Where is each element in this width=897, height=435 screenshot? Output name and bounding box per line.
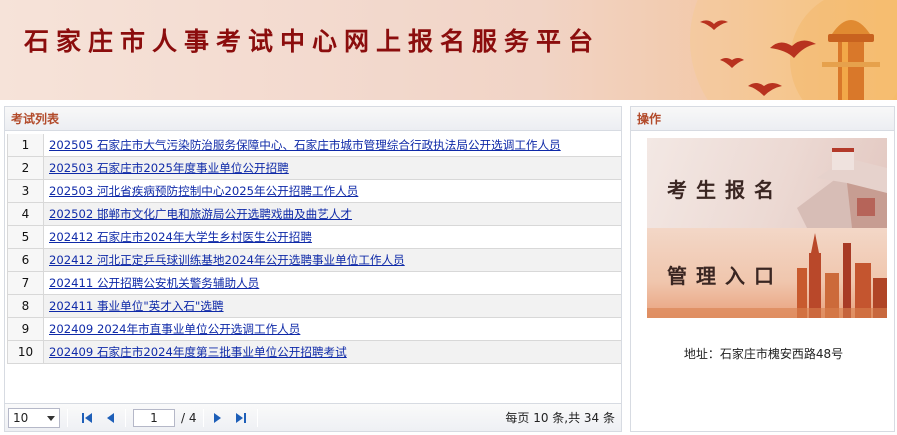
- exam-link[interactable]: 202502 邯郸市文化广电和旅游局公开选聘戏曲及曲艺人才: [49, 207, 352, 221]
- row-number: 6: [7, 249, 44, 271]
- exam-link[interactable]: 202412 河北正定乒乓球训练基地2024年公开选聘事业单位工作人员: [49, 253, 405, 267]
- table-row: 5 202412 石家庄市2024年大学生乡村医生公开招聘: [7, 226, 621, 249]
- exam-table: 1 202505 石家庄市大气污染防治服务保障中心、石家庄市城市管理综合行政执法局…: [7, 134, 621, 364]
- row-number: 8: [7, 295, 44, 317]
- divider: [257, 409, 258, 427]
- table-row: 6 202412 河北正定乒乓球训练基地2024年公开选聘事业单位工作人员: [7, 249, 621, 272]
- table-row: 8 202411 事业单位"英才入石"选聘: [7, 295, 621, 318]
- row-number: 3: [7, 180, 44, 202]
- page-size-value: 10: [13, 411, 29, 425]
- page-size-select[interactable]: 10: [8, 408, 60, 428]
- register-label: 考生报名: [667, 178, 783, 202]
- pagination-summary: 每页 10 条,共 34 条: [505, 411, 615, 425]
- exam-link[interactable]: 202503 石家庄市2025年度事业单位公开招聘: [49, 161, 289, 175]
- row-number: 10: [7, 341, 44, 363]
- register-entry[interactable]: 考生报名: [647, 138, 887, 228]
- exam-link[interactable]: 202409 石家庄市2024年度第三批事业单位公开招聘考试: [49, 345, 347, 359]
- address-text: 地址：石家庄市槐安西路48号: [683, 347, 844, 361]
- divider: [203, 409, 204, 427]
- row-number: 2: [7, 157, 44, 179]
- table-row: 7 202411 公开招聘公安机关警务辅助人员: [7, 272, 621, 295]
- header-banner: 石家庄市人事考试中心网上报名服务平台: [0, 0, 897, 100]
- row-number: 9: [7, 318, 44, 340]
- total-pages: / 4: [181, 411, 197, 425]
- chevron-down-icon: [47, 416, 55, 421]
- row-number: 7: [7, 272, 44, 294]
- exam-link[interactable]: 202412 石家庄市2024年大学生乡村医生公开招聘: [49, 230, 312, 244]
- exam-link[interactable]: 202409 2024年市直事业单位公开选调工作人员: [49, 322, 300, 336]
- table-row: 1 202505 石家庄市大气污染防治服务保障中心、石家庄市城市管理综合行政执法局…: [7, 134, 621, 157]
- exam-link[interactable]: 202505 石家庄市大气污染防治服务保障中心、石家庄市城市管理综合行政执法局公…: [49, 138, 561, 152]
- divider: [125, 409, 126, 427]
- exam-link[interactable]: 202411 事业单位"英才入石"选聘: [49, 299, 224, 313]
- table-row: 9 202409 2024年市直事业单位公开选调工作人员: [7, 318, 621, 341]
- last-page-icon[interactable]: [233, 410, 249, 426]
- row-number: 5: [7, 226, 44, 248]
- prev-page-icon[interactable]: [103, 410, 119, 426]
- actions-title: 操作: [631, 107, 894, 131]
- table-row: 2 202503 石家庄市2025年度事业单位公开招聘: [7, 157, 621, 180]
- manage-label: 管理入口: [667, 264, 783, 288]
- exam-list-title: 考试列表: [5, 107, 621, 131]
- table-row: 4 202502 邯郸市文化广电和旅游局公开选聘戏曲及曲艺人才: [7, 203, 621, 226]
- next-page-icon[interactable]: [209, 410, 225, 426]
- exam-link[interactable]: 202503 河北省疾病预防控制中心2025年公开招聘工作人员: [49, 184, 358, 198]
- pagination-bar: 10 1 / 4 每页 10 条,共 34 条: [5, 403, 621, 431]
- exam-list-panel: 考试列表 1 202505 石家庄市大气污染防治服务保障中心、石家庄市城市管理综合…: [4, 106, 622, 432]
- table-row: 3 202503 河北省疾病预防控制中心2025年公开招聘工作人员: [7, 180, 621, 203]
- exam-link[interactable]: 202411 公开招聘公安机关警务辅助人员: [49, 276, 259, 290]
- row-number: 1: [7, 134, 44, 156]
- entry-card: 考生报名 管理入口: [647, 138, 887, 318]
- table-row: 10 202409 石家庄市2024年度第三批事业单位公开招聘考试: [7, 341, 621, 364]
- divider: [67, 409, 68, 427]
- site-title: 石家庄市人事考试中心网上报名服务平台: [24, 27, 601, 56]
- current-page-input[interactable]: 1: [133, 409, 175, 427]
- actions-panel: 操作 考生报名 管理入口 地址：石家庄市槐安西路48号: [630, 106, 895, 432]
- row-number: 4: [7, 203, 44, 225]
- first-page-icon[interactable]: [79, 410, 95, 426]
- manage-entry[interactable]: 管理入口: [647, 228, 887, 318]
